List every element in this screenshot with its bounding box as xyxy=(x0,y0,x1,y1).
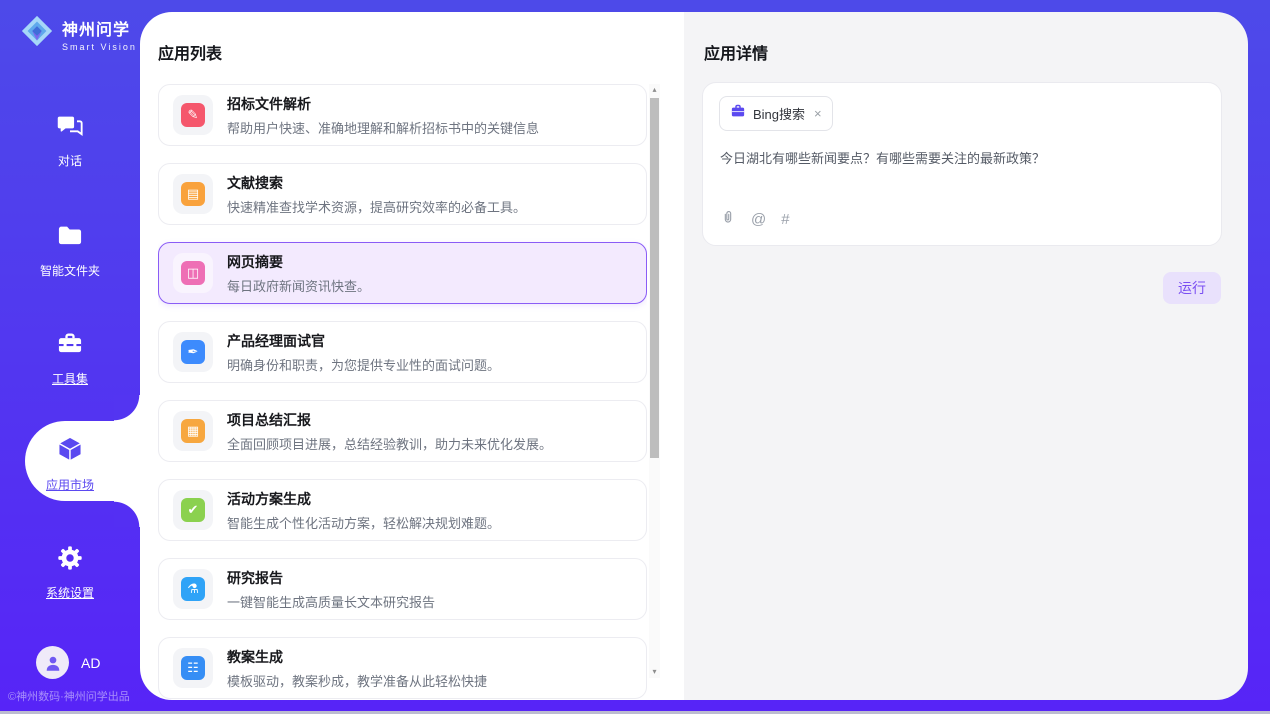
main-content: 应用列表 ✎ 招标文件解析 帮助用户快速、准确地理解和解析招标书中的关键信息 ▤… xyxy=(140,12,1248,700)
app-card-title: 招标文件解析 xyxy=(227,94,539,114)
folder-icon xyxy=(56,222,84,255)
brand-name: 神州问学 xyxy=(62,16,137,40)
clipboard-check-icon: ✔ xyxy=(181,498,205,522)
app-icon-wrap: ▤ xyxy=(173,174,213,214)
brand-subtitle: Smart Vision xyxy=(62,42,137,52)
app-card-title: 文献搜索 xyxy=(227,173,526,193)
app-card-description: 智能生成个性化活动方案，轻松解决规划难题。 xyxy=(227,513,500,532)
app-card-title: 产品经理面试官 xyxy=(227,331,500,351)
app-card-title: 教案生成 xyxy=(227,647,487,667)
app-window: 神州问学 Smart Vision 对话 智能文件夹 xyxy=(0,0,1270,714)
brand-logo: 神州问学 Smart Vision xyxy=(20,14,137,53)
prompt-toolbar: @ # xyxy=(720,208,790,231)
edit-icon: ✎ xyxy=(181,103,205,127)
copyright-text: ©神州数码·神州问学出品 xyxy=(8,688,130,704)
sidebar-item-toolset[interactable]: 工具集 xyxy=(0,330,140,387)
research-icon: ⚗ xyxy=(181,577,205,601)
scroll-up-icon[interactable]: ▴ xyxy=(649,84,660,96)
app-card-title: 项目总结汇报 xyxy=(227,410,552,430)
app-card[interactable]: ◫ 网页摘要 每日政府新闻资讯快查。 xyxy=(158,242,647,304)
app-icon-wrap: ▦ xyxy=(173,411,213,451)
sidebar: 神州问学 Smart Vision 对话 智能文件夹 xyxy=(0,0,140,714)
app-card-title: 活动方案生成 xyxy=(227,489,500,509)
app-card[interactable]: ▦ 项目总结汇报 全面回顾项目进展，总结经验教训，助力未来优化发展。 xyxy=(158,400,647,462)
app-card[interactable]: ✎ 招标文件解析 帮助用户快速、准确地理解和解析招标书中的关键信息 xyxy=(158,84,647,146)
app-card[interactable]: ▤ 文献搜索 快速精准查找学术资源，提高研究效率的必备工具。 xyxy=(158,163,647,225)
app-card[interactable]: ✒ 产品经理面试官 明确身份和职责，为您提供专业性的面试问题。 xyxy=(158,321,647,383)
app-list-scrollbar[interactable]: ▴ ▾ xyxy=(649,84,660,678)
avatar[interactable] xyxy=(36,646,69,679)
close-icon[interactable]: × xyxy=(814,106,822,121)
interviewer-icon: ✒ xyxy=(181,340,205,364)
app-list-title: 应用列表 xyxy=(158,40,222,64)
user-name: AD xyxy=(81,655,100,671)
app-card[interactable]: ☷ 教案生成 模板驱动，教案秒成，教学准备从此轻松快捷 xyxy=(158,637,647,699)
active-nav-curve-top xyxy=(114,395,140,421)
briefcase-icon xyxy=(730,103,746,124)
tool-tag-label: Bing搜索 xyxy=(753,104,805,123)
prompt-input[interactable]: 今日湖北有哪些新闻要点？有哪些需要关注的最新政策？ xyxy=(720,149,1201,169)
sidebar-item-label: 工具集 xyxy=(52,370,88,387)
tool-tag-bing-search[interactable]: Bing搜索 × xyxy=(719,96,833,131)
app-card-description: 帮助用户快速、准确地理解和解析招标书中的关键信息 xyxy=(227,118,539,137)
sidebar-item-label: 应用市场 xyxy=(46,476,94,493)
prompt-card: Bing搜索 × 今日湖北有哪些新闻要点？有哪些需要关注的最新政策？ @ # xyxy=(702,82,1222,246)
sidebar-item-chat[interactable]: 对话 xyxy=(0,112,140,169)
run-button[interactable]: 运行 xyxy=(1163,272,1221,304)
app-list-panel: 应用列表 ✎ 招标文件解析 帮助用户快速、准确地理解和解析招标书中的关键信息 ▤… xyxy=(140,12,684,700)
app-card-description: 快速精准查找学术资源，提高研究效率的必备工具。 xyxy=(227,197,526,216)
hash-icon[interactable]: # xyxy=(781,211,789,228)
app-icon-wrap: ✒ xyxy=(173,332,213,372)
app-card-description: 模板驱动，教案秒成，教学准备从此轻松快捷 xyxy=(227,671,487,690)
cube-icon xyxy=(55,434,85,469)
app-card-title: 研究报告 xyxy=(227,568,435,588)
app-icon-wrap: ◫ xyxy=(173,253,213,293)
app-icon-wrap: ✔ xyxy=(173,490,213,530)
app-icon-wrap: ✎ xyxy=(173,95,213,135)
user-icon xyxy=(43,653,63,673)
diamond-logo-icon xyxy=(20,14,54,53)
app-card-description: 一键智能生成高质量长文本研究报告 xyxy=(227,592,435,611)
sidebar-item-smart-folder[interactable]: 智能文件夹 xyxy=(0,222,140,279)
user-account[interactable]: AD xyxy=(36,646,100,679)
app-icon-wrap: ☷ xyxy=(173,648,213,688)
app-card[interactable]: ⚗ 研究报告 一键智能生成高质量长文本研究报告 xyxy=(158,558,647,620)
at-icon[interactable]: @ xyxy=(751,211,766,228)
chat-icon xyxy=(56,112,84,145)
scrollbar-thumb[interactable] xyxy=(650,98,659,458)
app-card-description: 明确身份和职责，为您提供专业性的面试问题。 xyxy=(227,355,500,374)
paperclip-icon[interactable] xyxy=(720,208,736,231)
sidebar-item-settings[interactable]: 系统设置 xyxy=(0,544,140,601)
toolbox-icon xyxy=(56,330,84,363)
sidebar-item-label: 智能文件夹 xyxy=(40,262,100,279)
app-detail-panel: 应用详情 Bing搜索 × 今日湖北有哪些新闻要点？有哪些需要关注的最新政策？ xyxy=(684,12,1248,700)
book-icon: ▤ xyxy=(181,182,205,206)
app-card[interactable]: ✔ 活动方案生成 智能生成个性化活动方案，轻松解决规划难题。 xyxy=(158,479,647,541)
sidebar-item-label: 对话 xyxy=(58,152,82,169)
app-list: ✎ 招标文件解析 帮助用户快速、准确地理解和解析招标书中的关键信息 ▤ 文献搜索… xyxy=(158,84,647,700)
sidebar-item-label: 系统设置 xyxy=(46,584,94,601)
gear-icon xyxy=(56,544,84,577)
app-card-title: 网页摘要 xyxy=(227,252,370,272)
app-card-description: 每日政府新闻资讯快查。 xyxy=(227,276,370,295)
books-icon: ☷ xyxy=(181,656,205,680)
active-nav-curve-bottom xyxy=(114,501,140,527)
app-detail-title: 应用详情 xyxy=(704,40,768,64)
browser-icon: ◫ xyxy=(181,261,205,285)
app-icon-wrap: ⚗ xyxy=(173,569,213,609)
scroll-down-icon[interactable]: ▾ xyxy=(649,666,660,678)
app-card-description: 全面回顾项目进展，总结经验教训，助力未来优化发展。 xyxy=(227,434,552,453)
sidebar-item-app-market[interactable]: 应用市场 xyxy=(0,434,140,493)
report-note-icon: ▦ xyxy=(181,419,205,443)
